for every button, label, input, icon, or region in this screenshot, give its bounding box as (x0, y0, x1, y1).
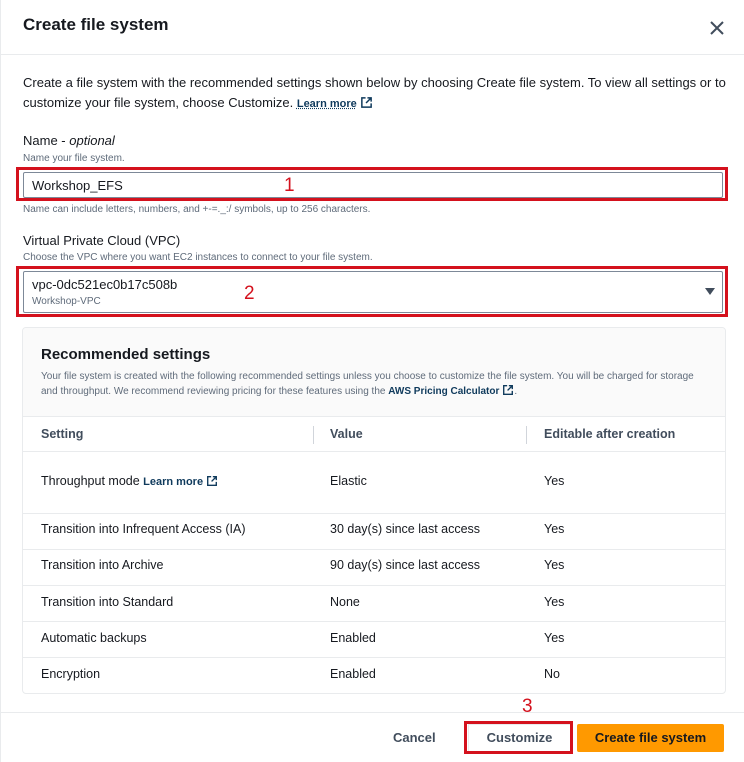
name-label-separator: - (57, 133, 70, 148)
value-cell: Enabled (330, 667, 376, 681)
setting-cell: Transition into Archive (41, 558, 164, 572)
setting-cell: Transition into Standard (41, 595, 174, 609)
vpc-name: Workshop-VPC (32, 296, 101, 307)
recommended-settings-description: Your file system is created with the fol… (41, 371, 694, 397)
editable-cell: Yes (544, 595, 565, 609)
setting-cell: Transition into Infrequent Access (IA) (41, 522, 246, 536)
create-file-system-dialog: Create file system Create a file system … (0, 0, 744, 762)
learn-more-label: Learn more (296, 98, 357, 110)
optional-tag: optional (69, 133, 115, 148)
file-system-name-input[interactable] (23, 172, 723, 198)
column-header-setting: Setting (41, 427, 84, 441)
column-header-editable: Editable after creation (544, 427, 676, 441)
vpc-select[interactable]: vpc-0dc521ec0b17c508b Workshop-VPC (23, 271, 723, 313)
column-divider (313, 426, 314, 444)
table-row: Automatic backups Enabled Yes (23, 622, 725, 658)
dialog-intro: Create a file system with the recommende… (23, 73, 733, 114)
pricing-calculator-link[interactable]: AWS Pricing Calculator (388, 385, 514, 397)
name-label-text: Name (23, 133, 58, 148)
table-row: Transition into Infrequent Access (IA) 3… (23, 514, 725, 550)
editable-cell: No (544, 667, 560, 681)
editable-cell: Yes (544, 474, 565, 488)
value-cell: 90 day(s) since last access (330, 558, 481, 572)
setting-cell: Encryption (41, 667, 101, 681)
learn-more-link[interactable]: Learn more (296, 97, 373, 110)
value-cell: Enabled (330, 631, 376, 645)
name-description: Name your file system. (23, 153, 125, 164)
table-row: Transition into Archive 90 day(s) since … (23, 550, 725, 586)
pricing-calculator-label: AWS Pricing Calculator (388, 386, 500, 397)
annotation-number-2: 2 (244, 283, 255, 304)
table-row: Throughput mode Learn more Elastic Yes (23, 452, 725, 514)
close-icon (710, 21, 724, 35)
external-link-icon (207, 476, 218, 486)
throughput-learn-more-label: Learn more (143, 476, 204, 488)
caret-down-icon (705, 288, 715, 295)
table-header-row: Setting Value Editable after creation (23, 417, 725, 452)
dialog-footer: Cancel Customize Create file system (1, 712, 744, 762)
recommended-settings-panel: Recommended settings Your file system is… (22, 327, 726, 694)
cancel-button[interactable]: Cancel (393, 730, 436, 745)
editable-cell: Yes (544, 558, 565, 572)
editable-cell: Yes (544, 631, 565, 645)
value-cell: 30 day(s) since last access (330, 522, 481, 536)
table-row: Transition into Standard None Yes (23, 586, 725, 622)
name-constraint-hint: Name can include letters, numbers, and +… (23, 204, 371, 215)
vpc-id: vpc-0dc521ec0b17c508b (32, 277, 178, 292)
setting-name: Throughput mode (41, 474, 140, 488)
intro-text: Create a file system with the recommende… (23, 75, 726, 110)
create-file-system-button[interactable]: Create file system (577, 724, 724, 752)
annotation-number-3: 3 (522, 696, 533, 717)
dialog-header: Create file system (1, 0, 744, 55)
vpc-description: Choose the VPC where you want EC2 instan… (23, 252, 373, 263)
table-row: Encryption Enabled No (23, 658, 725, 693)
value-cell: None (330, 595, 360, 609)
dialog-title: Create file system (23, 15, 169, 34)
name-label: Name - optional (23, 133, 115, 148)
setting-cell: Throughput mode Learn more (41, 474, 218, 488)
annotation-number-1: 1 (284, 175, 295, 196)
external-link-icon (360, 97, 372, 108)
customize-button[interactable]: Customize (468, 724, 571, 752)
column-header-value: Value (330, 427, 363, 441)
vpc-label: Virtual Private Cloud (VPC) (23, 233, 181, 248)
setting-cell: Automatic backups (41, 631, 147, 645)
recommended-settings-header: Recommended settings Your file system is… (23, 328, 725, 417)
recommended-desc-text: Your file system is created with the fol… (41, 371, 694, 397)
close-button[interactable] (705, 16, 729, 40)
value-cell: Elastic (330, 474, 367, 488)
editable-cell: Yes (544, 522, 565, 536)
throughput-learn-more-link[interactable]: Learn more (143, 476, 218, 488)
column-divider (526, 426, 527, 444)
recommended-settings-title: Recommended settings (41, 346, 211, 363)
external-link-icon (503, 385, 514, 395)
